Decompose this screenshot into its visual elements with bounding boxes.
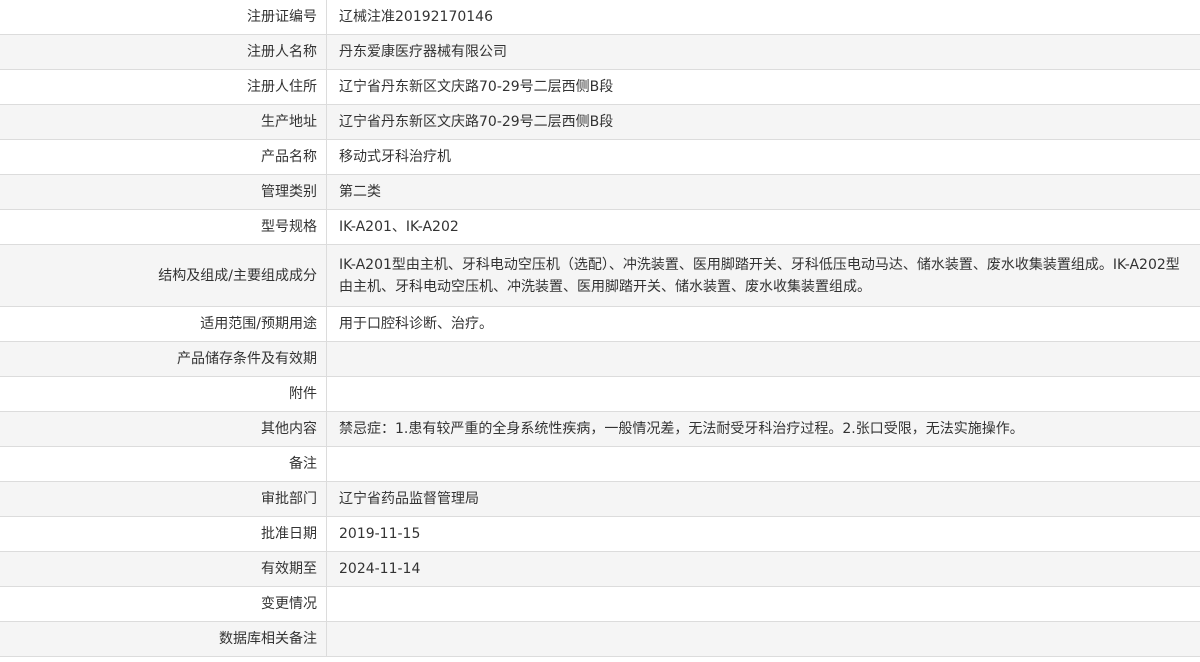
row-approval-date: 批准日期 2019-11-15 <box>0 516 1200 552</box>
field-label: 变更情况 <box>0 586 327 622</box>
field-label: 审批部门 <box>0 481 327 517</box>
row-production-address: 生产地址 辽宁省丹东新区文庆路70-29号二层西侧B段 <box>0 104 1200 140</box>
field-label: 型号规格 <box>0 209 327 245</box>
field-label: 适用范围/预期用途 <box>0 306 327 342</box>
field-value: 丹东爱康医疗器械有限公司 <box>326 34 1200 70</box>
field-value: 移动式牙科治疗机 <box>326 139 1200 175</box>
field-value: IK-A201、IK-A202 <box>326 209 1200 245</box>
row-product-name: 产品名称 移动式牙科治疗机 <box>0 139 1200 175</box>
row-management-category: 管理类别 第二类 <box>0 174 1200 210</box>
row-valid-until: 有效期至 2024-11-14 <box>0 551 1200 587</box>
field-label: 附件 <box>0 376 327 412</box>
row-registration-number: 注册证编号 辽械注准20192170146 <box>0 0 1200 35</box>
row-intended-use: 适用范围/预期用途 用于口腔科诊断、治疗。 <box>0 306 1200 342</box>
row-database-notes: 数据库相关备注 <box>0 621 1200 657</box>
field-value: 禁忌症：1.患有较严重的全身系统性疾病，一般情况差，无法耐受牙科治疗过程。2.张… <box>326 411 1200 447</box>
row-registrant-address: 注册人住所 辽宁省丹东新区文庆路70-29号二层西侧B段 <box>0 69 1200 105</box>
field-label: 生产地址 <box>0 104 327 140</box>
field-value: 用于口腔科诊断、治疗。 <box>326 306 1200 342</box>
field-label: 批准日期 <box>0 516 327 552</box>
row-remarks: 备注 <box>0 446 1200 482</box>
field-label: 管理类别 <box>0 174 327 210</box>
row-change-history: 变更情况 <box>0 586 1200 622</box>
field-value: 辽宁省药品监督管理局 <box>326 481 1200 517</box>
field-label: 产品名称 <box>0 139 327 175</box>
field-value <box>326 341 1200 377</box>
field-label: 其他内容 <box>0 411 327 447</box>
field-label: 注册人住所 <box>0 69 327 105</box>
field-label: 有效期至 <box>0 551 327 587</box>
field-value <box>326 376 1200 412</box>
field-value: 辽械注准20192170146 <box>326 0 1200 35</box>
field-value <box>326 586 1200 622</box>
field-label: 备注 <box>0 446 327 482</box>
row-structure-composition: 结构及组成/主要组成成分 IK-A201型由主机、牙科电动空压机（选配）、冲洗装… <box>0 244 1200 307</box>
field-value: 辽宁省丹东新区文庆路70-29号二层西侧B段 <box>326 69 1200 105</box>
field-label: 注册人名称 <box>0 34 327 70</box>
field-value <box>326 446 1200 482</box>
row-model-spec: 型号规格 IK-A201、IK-A202 <box>0 209 1200 245</box>
field-label: 结构及组成/主要组成成分 <box>0 244 327 307</box>
row-other-content: 其他内容 禁忌症：1.患有较严重的全身系统性疾病，一般情况差，无法耐受牙科治疗过… <box>0 411 1200 447</box>
field-label: 产品储存条件及有效期 <box>0 341 327 377</box>
row-approval-department: 审批部门 辽宁省药品监督管理局 <box>0 481 1200 517</box>
row-attachment: 附件 <box>0 376 1200 412</box>
registration-detail-table: 注册证编号 辽械注准20192170146 注册人名称 丹东爱康医疗器械有限公司… <box>0 0 1200 657</box>
field-value: 2024-11-14 <box>326 551 1200 587</box>
field-value: 2019-11-15 <box>326 516 1200 552</box>
field-value <box>326 621 1200 657</box>
field-value: 辽宁省丹东新区文庆路70-29号二层西侧B段 <box>326 104 1200 140</box>
row-storage-conditions: 产品储存条件及有效期 <box>0 341 1200 377</box>
field-value: IK-A201型由主机、牙科电动空压机（选配）、冲洗装置、医用脚踏开关、牙科低压… <box>326 244 1200 307</box>
field-value: 第二类 <box>326 174 1200 210</box>
field-label: 数据库相关备注 <box>0 621 327 657</box>
field-label: 注册证编号 <box>0 0 327 35</box>
row-registrant-name: 注册人名称 丹东爱康医疗器械有限公司 <box>0 34 1200 70</box>
